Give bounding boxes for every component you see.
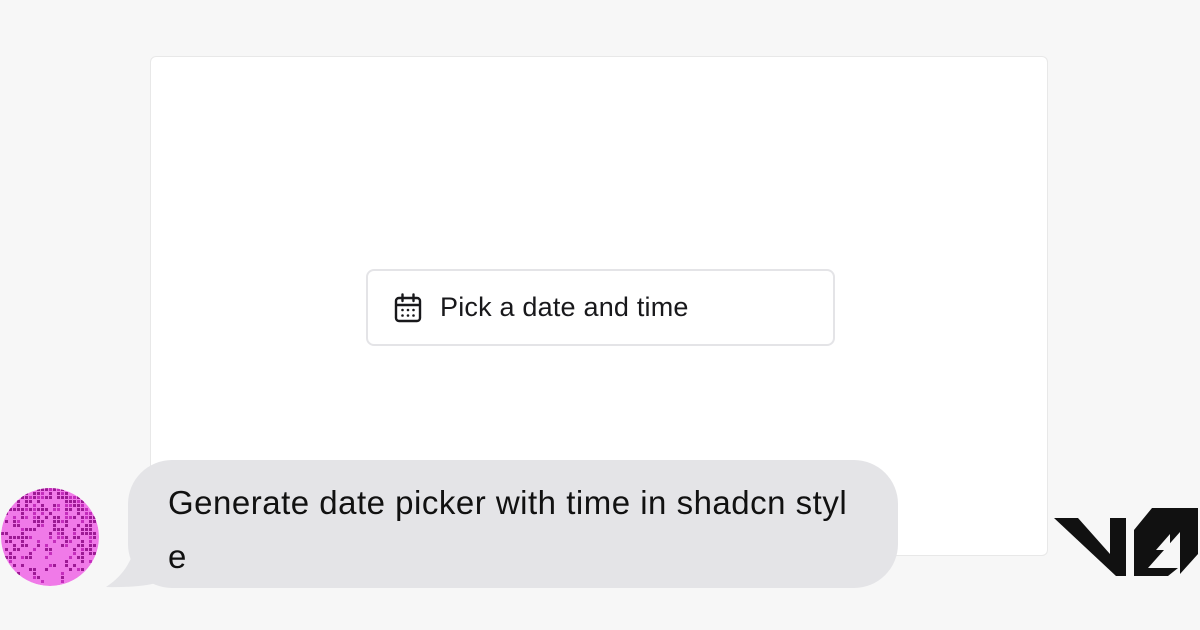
calendar-icon [394,292,422,323]
user-avatar [1,488,99,586]
date-picker-button[interactable]: Pick a date and time [366,269,835,346]
date-picker-label: Pick a date and time [440,292,689,322]
chat-message-bubble: Generate date picker with time in shadcn… [128,460,898,588]
v0-logo [1054,508,1198,576]
chat-message-text: Generate date picker with time in shadcn… [168,484,848,575]
